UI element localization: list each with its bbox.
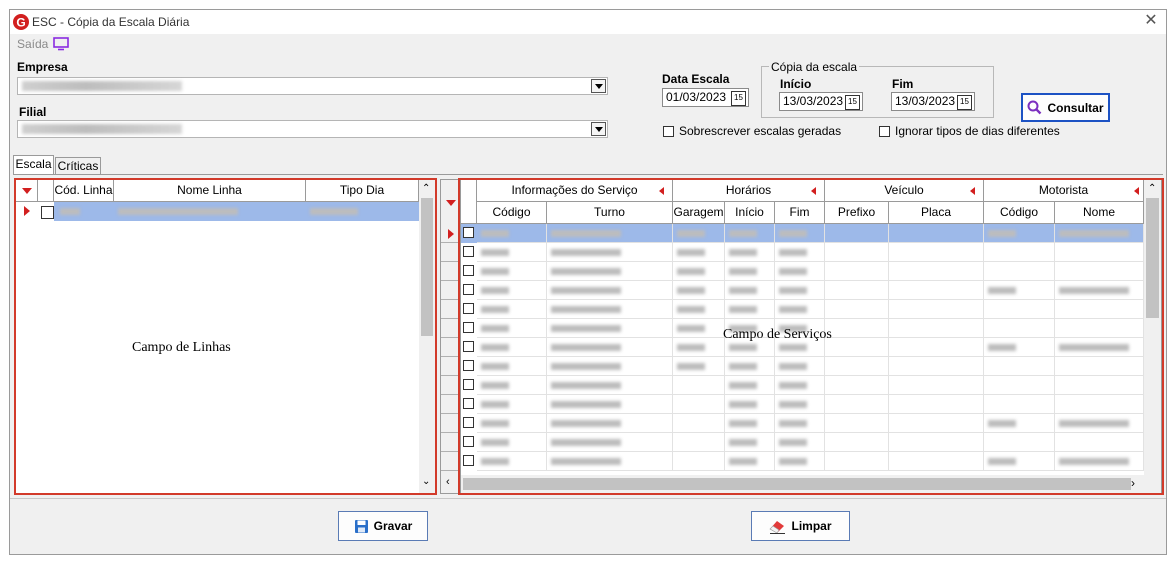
fim-field[interactable]: 13/03/2023 15 — [891, 92, 975, 111]
row-indicator-separator — [441, 242, 459, 243]
row-indicator-separator — [441, 451, 459, 452]
row-indicator-separator — [441, 394, 459, 395]
monitor-icon[interactable] — [53, 37, 69, 51]
ignorar-label: Ignorar tipos de dias diferentes — [895, 124, 1060, 138]
lines-highlight-frame — [14, 178, 437, 495]
data-escala-value: 01/03/2023 — [666, 90, 727, 104]
save-icon — [354, 519, 368, 533]
sobrescrever-label: Sobrescrever escalas geradas — [679, 124, 842, 138]
close-icon[interactable]: ✕ — [1142, 12, 1160, 30]
bottom-divider — [10, 498, 1166, 499]
sobrescrever-checkbox[interactable] — [663, 126, 674, 137]
row-indicator-separator — [441, 280, 459, 281]
inicio-field[interactable]: 13/03/2023 15 — [779, 92, 863, 111]
row-indicator-separator — [441, 337, 459, 338]
gravar-label: Gravar — [373, 519, 413, 533]
window-title: ESC - Cópia da Escala Diária — [32, 15, 190, 29]
inicio-label: Início — [780, 77, 812, 91]
inicio-value: 13/03/2023 — [783, 94, 844, 108]
limpar-button[interactable]: Limpar — [751, 511, 850, 541]
menu-exit[interactable]: Saída — [17, 37, 48, 51]
fim-label: Fim — [892, 77, 914, 91]
row-indicator-separator — [441, 375, 459, 376]
chevron-down-icon[interactable] — [591, 79, 606, 93]
empresa-value — [22, 81, 182, 91]
service-row-indicators: ‹ — [440, 179, 460, 494]
tab-criticas[interactable]: Críticas — [55, 157, 101, 175]
filter-arrow-icon — [446, 200, 456, 206]
search-icon — [1027, 100, 1042, 115]
row-indicator-separator — [441, 318, 459, 319]
limpar-label: Limpar — [791, 519, 832, 533]
empresa-select[interactable] — [17, 77, 608, 95]
scroll-left-icon[interactable]: ‹ — [446, 476, 450, 488]
app-logo-icon: G — [12, 13, 30, 31]
filial-select[interactable] — [17, 120, 608, 138]
eraser-icon — [769, 520, 786, 534]
ignorar-checkbox[interactable] — [879, 126, 890, 137]
calendar-icon[interactable]: 15 — [731, 91, 746, 106]
calendar-icon[interactable]: 15 — [845, 95, 860, 110]
tab-escala[interactable]: Escala — [13, 155, 54, 175]
current-row-arrow-icon — [448, 229, 454, 239]
fim-value: 13/03/2023 — [895, 94, 956, 108]
gravar-button[interactable]: Gravar — [338, 511, 428, 541]
svg-text:G: G — [16, 16, 25, 30]
row-indicator-separator — [441, 413, 459, 414]
row-indicator-separator — [441, 470, 459, 471]
row-indicator-separator — [441, 261, 459, 262]
data-escala-field[interactable]: 01/03/2023 15 — [662, 88, 749, 107]
calendar-icon[interactable]: 15 — [957, 95, 972, 110]
row-indicator-separator — [441, 356, 459, 357]
consultar-label: Consultar — [1047, 100, 1104, 115]
services-highlight-frame — [458, 178, 1164, 495]
data-escala-label: Data Escala — [662, 72, 730, 86]
empresa-label: Empresa — [17, 60, 68, 74]
copia-escala-title: Cópia da escala — [769, 60, 860, 74]
chevron-down-icon[interactable] — [591, 122, 606, 136]
filial-label: Filial — [19, 105, 47, 119]
consultar-button[interactable]: Consultar — [1021, 93, 1110, 122]
filial-value — [22, 124, 182, 134]
row-indicator-separator — [441, 432, 459, 433]
tab-divider — [13, 174, 1163, 175]
row-indicator-separator — [441, 299, 459, 300]
